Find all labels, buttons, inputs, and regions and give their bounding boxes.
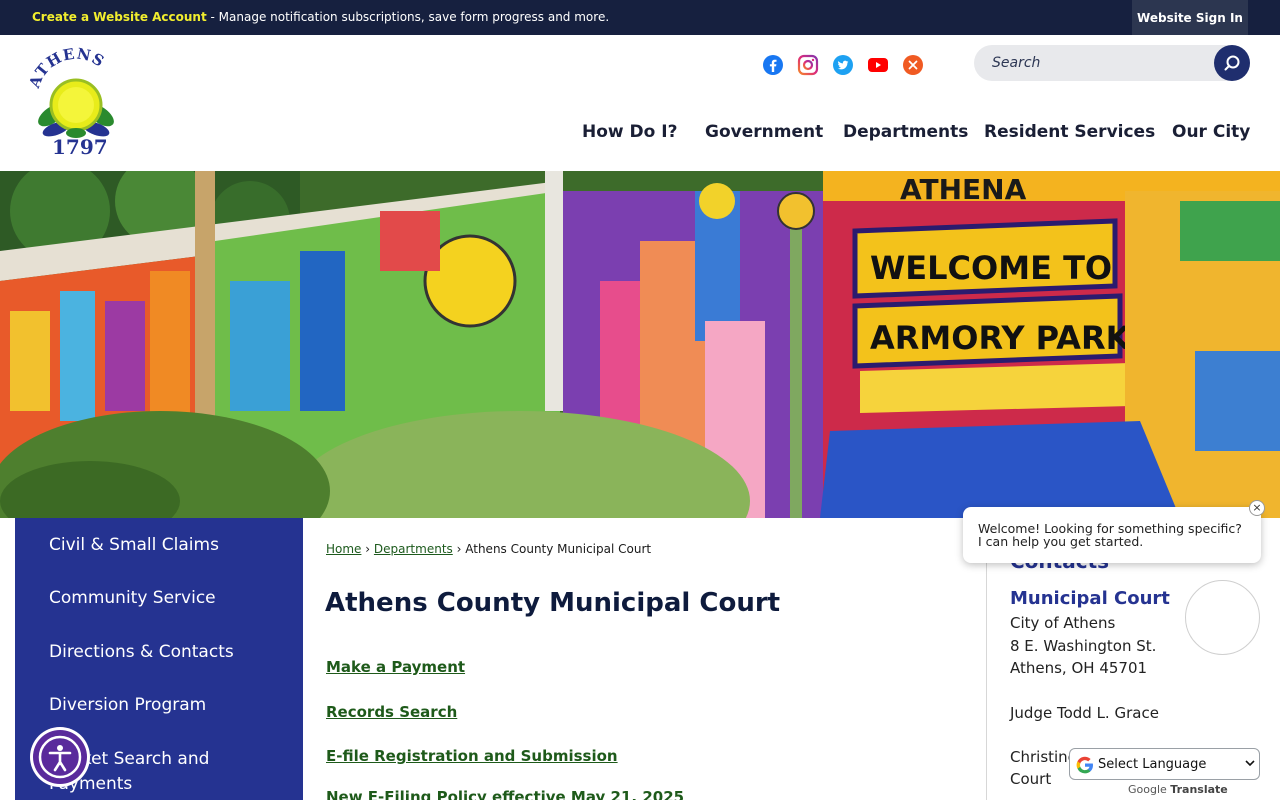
site-search <box>974 45 1250 81</box>
breadcrumb-current: Athens County Municipal Court <box>465 542 652 556</box>
mural-athena-text: ATHENA <box>900 173 1027 206</box>
contact-line: Athens, OH 45701 <box>1010 659 1148 677</box>
nav-departments[interactable]: Departments <box>843 122 968 142</box>
efile-registration-link[interactable]: E-file Registration and Submission <box>326 747 618 765</box>
translate-link[interactable]: Translate <box>1170 783 1227 796</box>
site-header: ATHENS 1797 Search How Do I? Government … <box>0 35 1280 171</box>
search-button[interactable] <box>1214 45 1250 81</box>
create-account-link[interactable]: Create a Website Account <box>32 10 207 24</box>
contact-line: Christine <box>1010 748 1077 766</box>
breadcrumb-departments[interactable]: Departments <box>374 542 453 556</box>
search-icon <box>1224 55 1240 71</box>
accessibility-button[interactable] <box>30 727 90 787</box>
twitter-icon[interactable] <box>832 54 854 76</box>
records-search-link[interactable]: Records Search <box>326 703 457 721</box>
breadcrumb-separator: › <box>456 542 462 556</box>
sidebar-item-directions-contacts[interactable]: Directions & Contacts <box>49 640 234 665</box>
chat-welcome-bubble[interactable]: Welcome! Looking for something specific?… <box>963 500 1265 563</box>
page-title: Athens County Municipal Court <box>325 588 781 618</box>
contact-judge: Judge Todd L. Grace <box>1010 704 1159 722</box>
chat-message: Welcome! Looking for something specific?… <box>978 521 1242 549</box>
website-sign-in-button[interactable]: Website Sign In <box>1132 0 1248 35</box>
contact-line: Court <box>1010 770 1052 788</box>
sidebar-item-community-service[interactable]: Community Service <box>49 586 216 611</box>
breadcrumb-separator: › <box>365 542 371 556</box>
accessibility-icon <box>38 735 82 779</box>
mural-armory-park-text: ARMORY PARK <box>870 319 1132 357</box>
content-divider <box>986 540 987 800</box>
account-description: - Manage notification subscriptions, sav… <box>206 10 610 24</box>
search-input[interactable] <box>992 53 1202 73</box>
efiling-policy-link[interactable]: New E-Filing Policy effective May 21, 20… <box>326 788 684 800</box>
chat-close-button[interactable]: × <box>1249 500 1265 516</box>
logo-year: 1797 <box>52 135 108 159</box>
sidebar-item-diversion-program[interactable]: Diversion Program <box>49 693 206 718</box>
google-translate-credit: Google Translate <box>1128 783 1228 796</box>
language-select-label: Select Language <box>1098 757 1207 772</box>
breadcrumb-home[interactable]: Home <box>326 542 361 556</box>
nav-resident-services[interactable]: Resident Services <box>984 122 1155 142</box>
contact-line: City of Athens <box>1010 614 1116 632</box>
instagram-icon[interactable] <box>797 54 819 76</box>
contact-line: 8 E. Washington St. <box>1010 637 1157 655</box>
chevron-down-icon <box>1245 760 1255 767</box>
hero-banner-image: ATHENA WELCOME TO ARMORY PARK <box>0 171 1280 518</box>
mural-welcome-text: WELCOME TO <box>870 249 1112 287</box>
nav-our-city[interactable]: Our City <box>1172 122 1250 142</box>
breadcrumb: Home › Departments › Athens County Munic… <box>326 542 651 556</box>
mural-illustration: ATHENA WELCOME TO ARMORY PARK <box>0 171 1280 518</box>
google-g-icon <box>1076 756 1093 774</box>
contact-name[interactable]: Municipal Court <box>1010 588 1170 609</box>
youtube-icon[interactable] <box>867 54 889 76</box>
sidebar-item-civil-small-claims[interactable]: Civil & Small Claims <box>49 533 219 558</box>
close-x-icon[interactable] <box>902 54 924 76</box>
make-payment-link[interactable]: Make a Payment <box>326 658 465 676</box>
account-message: Create a Website Account - Manage notifi… <box>32 10 609 24</box>
contact-avatar <box>1185 580 1260 655</box>
nav-how-do-i[interactable]: How Do I? <box>582 122 677 142</box>
top-bar: Create a Website Account - Manage notifi… <box>0 0 1280 35</box>
facebook-icon[interactable] <box>762 54 784 76</box>
powered-by-google: Google <box>1128 783 1167 796</box>
nav-government[interactable]: Government <box>705 122 823 142</box>
language-select[interactable]: Select Language <box>1069 748 1260 780</box>
